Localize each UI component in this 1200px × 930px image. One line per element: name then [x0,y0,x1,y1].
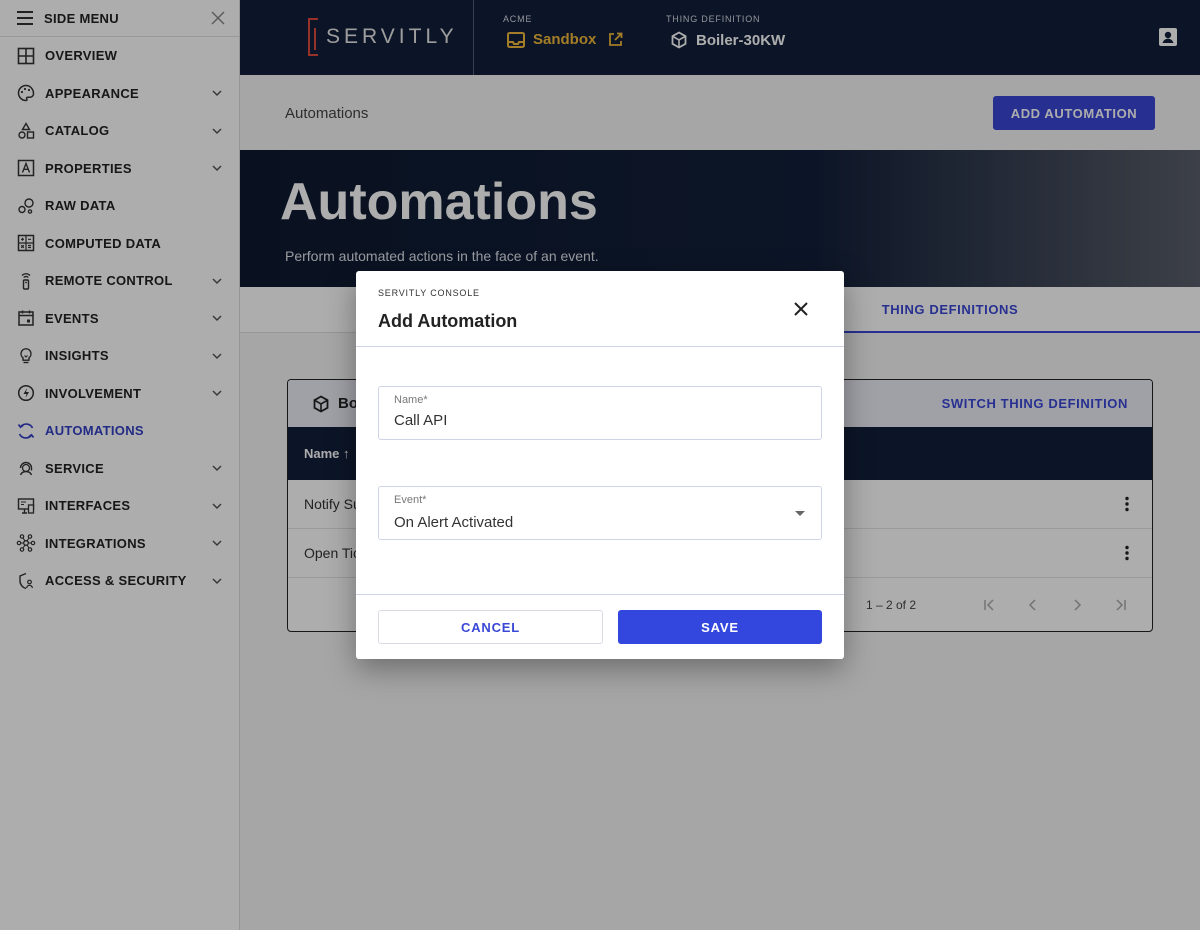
event-field-label: Event* [394,494,427,506]
event-selected-value: On Alert Activated [394,514,514,531]
add-automation-dialog: SERVITLY CONSOLE Add Automation Name* Ev… [356,271,844,659]
dialog-divider [356,594,844,595]
name-field[interactable]: Name* [378,386,822,440]
event-select[interactable]: Event* On Alert Activated [378,486,822,540]
dialog-title: Add Automation [378,311,518,331]
cancel-button[interactable]: CANCEL [378,610,603,644]
dropdown-arrow-icon[interactable] [795,511,805,516]
close-icon[interactable] [792,300,810,318]
save-button[interactable]: SAVE [618,610,822,644]
name-field-label: Name* [394,394,428,406]
dialog-subtitle: SERVITLY CONSOLE [378,288,480,298]
dialog-divider [356,346,844,347]
name-input[interactable] [394,412,774,429]
